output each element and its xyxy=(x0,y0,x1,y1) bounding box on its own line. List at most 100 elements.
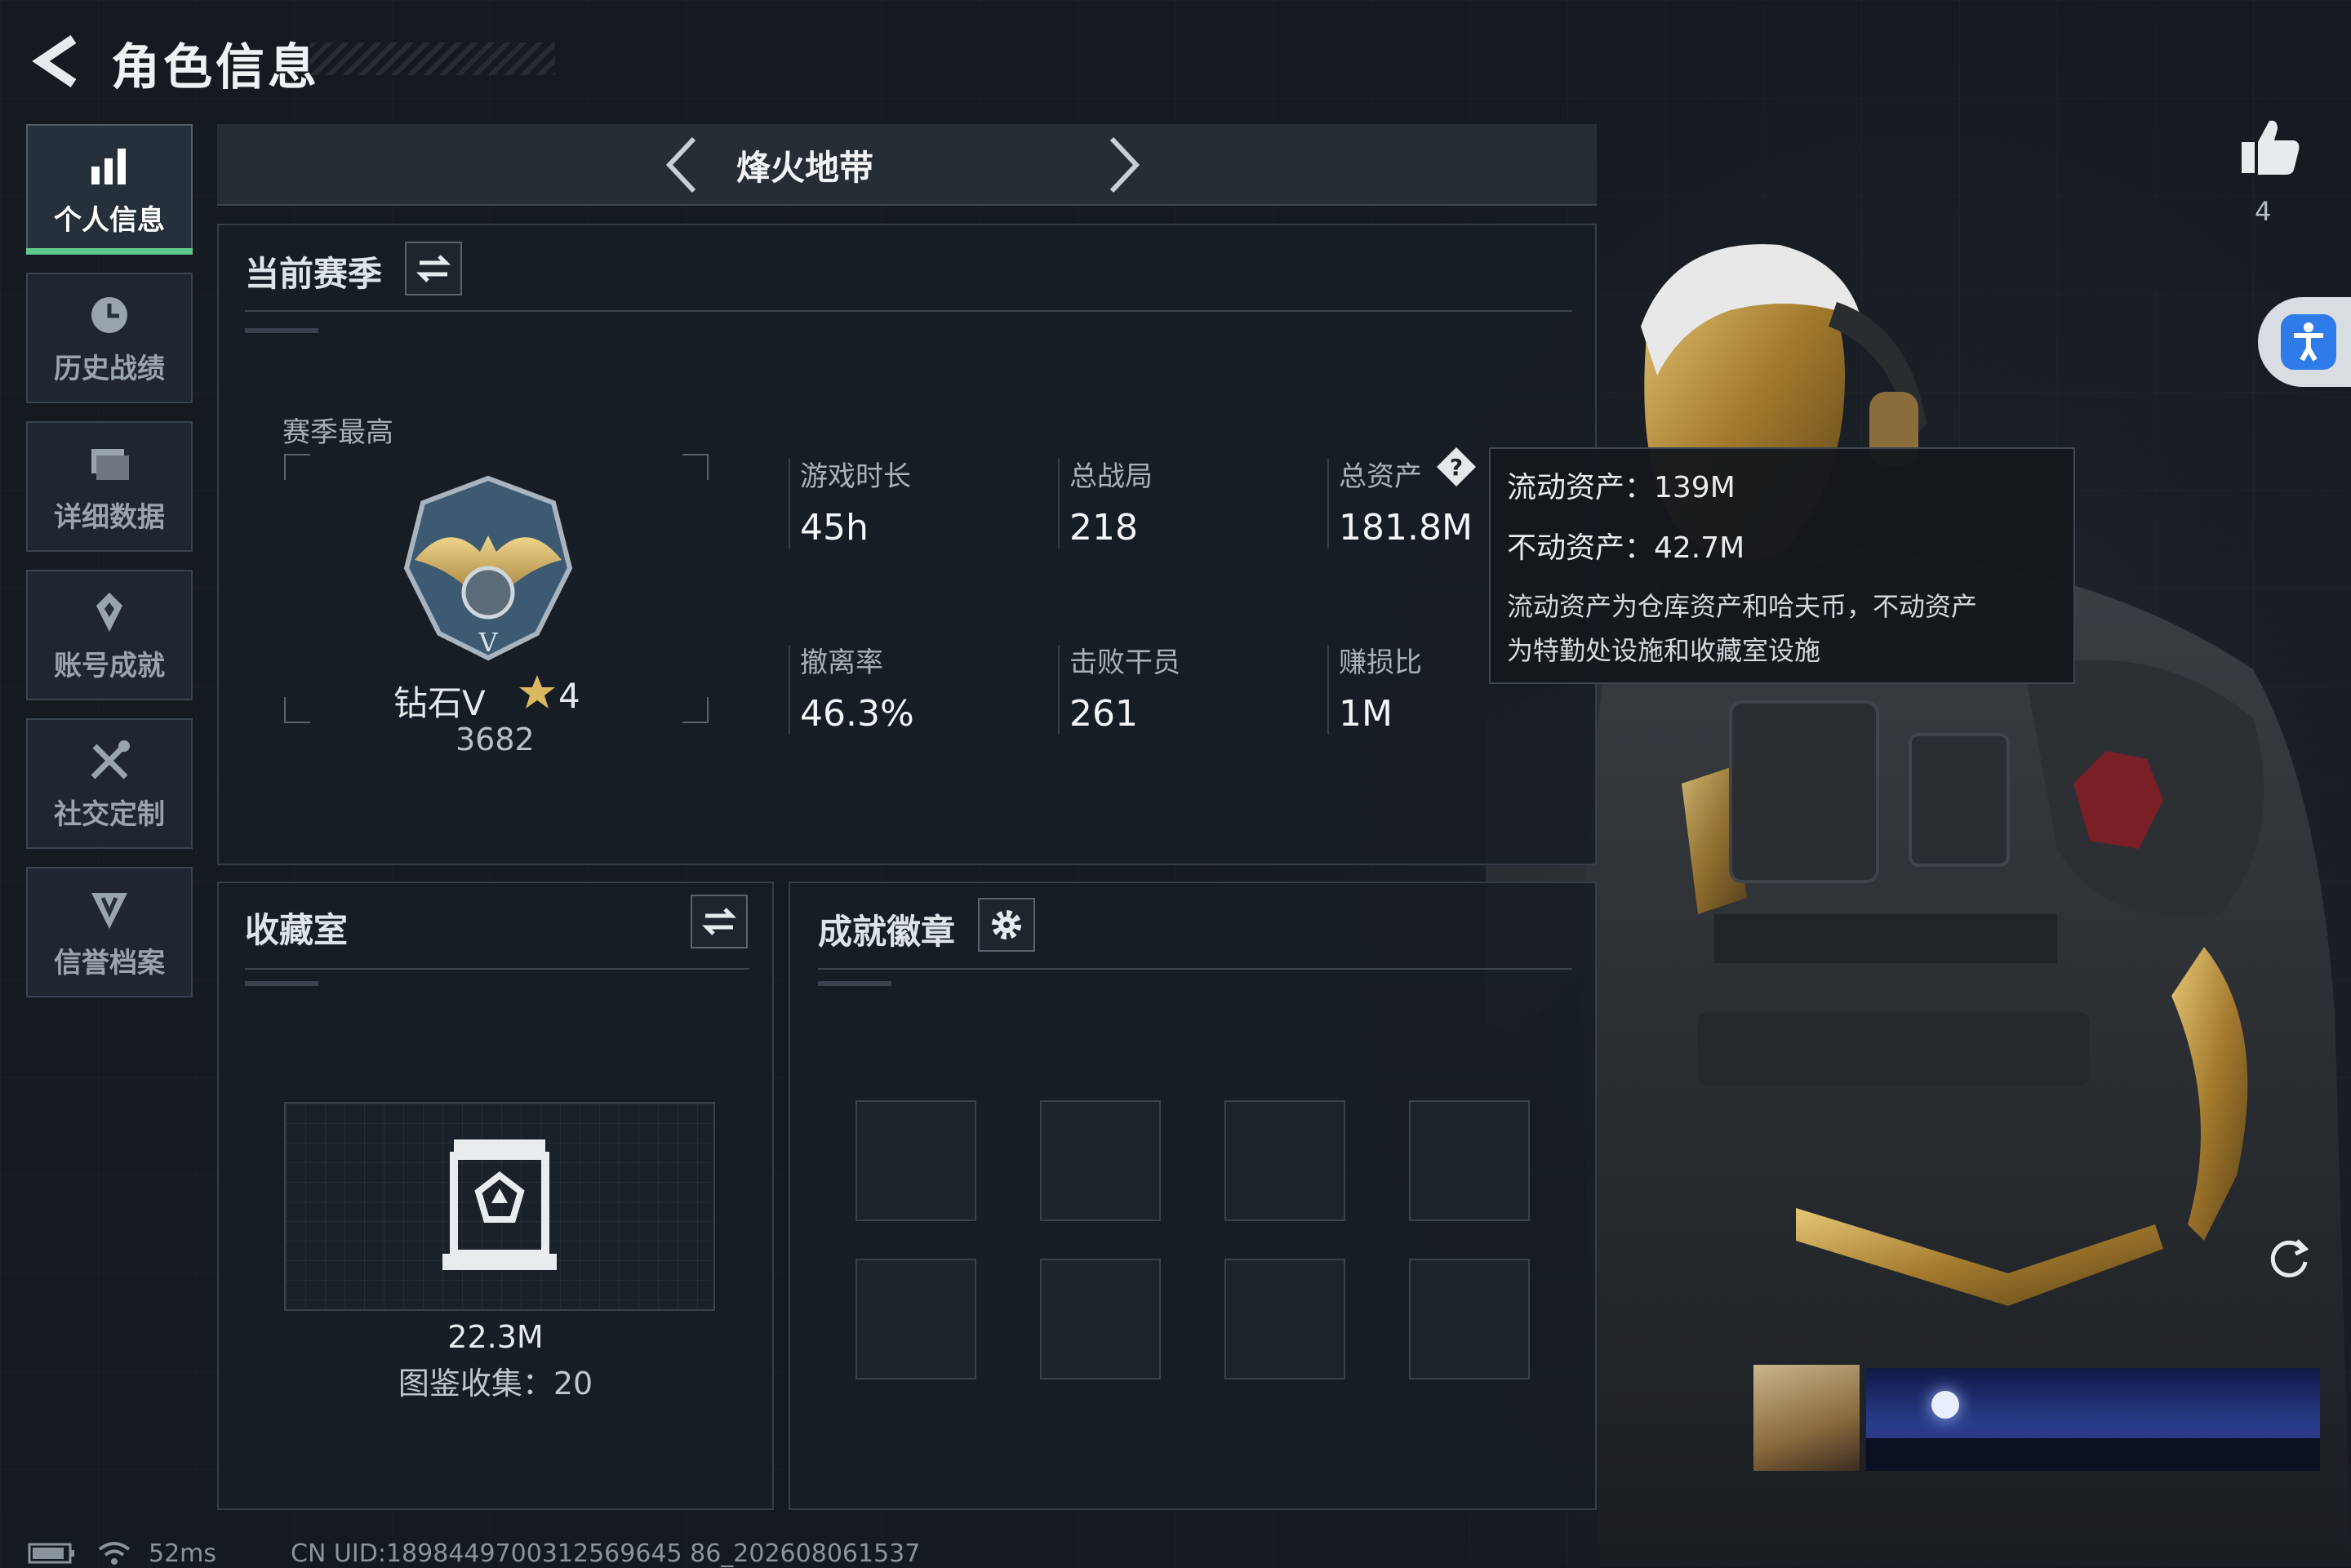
history-icon xyxy=(91,296,127,333)
sidebar-item-social[interactable]: 社交定制 xyxy=(26,718,193,849)
collection-panel-title: 收藏室 xyxy=(245,910,349,950)
chevron-right-icon[interactable] xyxy=(1099,134,1148,196)
season-panel: 当前赛季 赛季最高 V 钻石V 4 3682 游戏时长 45h 总战局 218 … xyxy=(217,224,1597,865)
sidebar-item-credit[interactable]: 信誉档案 xyxy=(26,867,193,997)
stat-total-matches: 总战局 218 xyxy=(1058,454,1331,549)
badges-panel: 成就徽章 xyxy=(789,882,1597,1510)
star-icon xyxy=(519,675,555,708)
badges-panel-title: 成就徽章 xyxy=(818,912,956,952)
sidebar-item-label: 账号成就 xyxy=(54,649,165,682)
tools-icon xyxy=(91,740,130,779)
title-decoration xyxy=(310,42,555,75)
sidebar-item-label: 详细数据 xyxy=(54,500,165,534)
ping-value: 52ms xyxy=(149,1539,217,1568)
badge-slot[interactable] xyxy=(856,1100,976,1221)
display-case-icon xyxy=(442,1139,557,1270)
credit-icon xyxy=(91,892,127,929)
accessibility-button[interactable] xyxy=(2258,297,2351,387)
mode-selector: 烽火地带 xyxy=(217,124,1597,206)
collection-value: 22.3M xyxy=(447,1319,544,1355)
rotate-icon[interactable] xyxy=(2264,1234,2313,1283)
sidebar-item-history[interactable]: 历史战绩 xyxy=(26,273,193,403)
frame-corner xyxy=(682,697,709,723)
operator-character-render xyxy=(1486,244,2351,1567)
svg-text:?: ? xyxy=(1450,454,1463,481)
bar-chart-icon xyxy=(91,148,126,184)
badge-slot[interactable] xyxy=(1040,1259,1161,1379)
stat-value: 261 xyxy=(1069,693,1138,735)
stat-value: 1M xyxy=(1339,693,1393,735)
badge-slot[interactable] xyxy=(1409,1259,1530,1379)
season-best-label: 赛季最高 xyxy=(282,416,393,449)
mode-title: 烽火地带 xyxy=(736,148,873,188)
stat-label: 游戏时长 xyxy=(800,460,911,493)
sidebar-item-label: 社交定制 xyxy=(54,797,165,831)
back-arrow-icon[interactable] xyxy=(24,33,90,90)
badges-settings-button[interactable] xyxy=(978,898,1035,952)
sidebar-item-label: 历史战绩 xyxy=(54,352,165,385)
swap-icon xyxy=(701,908,737,935)
panel-tag-decoration xyxy=(245,328,318,333)
player-name-card-banner xyxy=(1866,1368,2320,1471)
achievement-icon xyxy=(96,592,122,632)
battery-icon xyxy=(28,1543,74,1564)
stat-label: 击败干员 xyxy=(1069,646,1180,679)
rank-score: 3682 xyxy=(456,722,535,757)
rank-name: 钻石V xyxy=(393,683,486,723)
collection-display[interactable] xyxy=(284,1102,715,1311)
rank-star-count: 4 xyxy=(558,676,580,716)
stat-value: 45h xyxy=(800,507,869,549)
badge-slot[interactable] xyxy=(1224,1100,1345,1221)
like-count: 4 xyxy=(2255,196,2272,227)
player-uid: CN UID:1898449700312569645 86_2026080615… xyxy=(291,1539,921,1568)
stat-kills: 击败干员 261 xyxy=(1058,640,1331,735)
tooltip-description-line1: 流动资产为仓库资产和哈夫币，不动资产 xyxy=(1507,591,1978,622)
assets-tooltip: 流动资产：139M 不动资产：42.7M 流动资产为仓库资产和哈夫币，不动资产 … xyxy=(1489,447,2075,684)
stat-label: 总战局 xyxy=(1069,460,1153,493)
sidebar-item-label: 个人信息 xyxy=(54,203,165,237)
frame-corner xyxy=(284,697,310,723)
panel-divider xyxy=(245,968,749,970)
swap-icon xyxy=(416,255,451,282)
panel-divider xyxy=(245,310,1572,312)
frame-corner xyxy=(284,454,310,480)
tooltip-liquid-assets: 流动资产：139M xyxy=(1507,471,1735,504)
moon-decoration xyxy=(1931,1391,1959,1419)
thumbs-up-icon[interactable] xyxy=(2237,114,2302,180)
tooltip-fixed-assets: 不动资产：42.7M xyxy=(1507,531,1745,565)
sidebar-item-label: 信誉档案 xyxy=(54,946,165,979)
accessibility-icon xyxy=(2281,314,2336,370)
sidebar: 个人信息 历史战绩 详细数据 账号成就 社交定制 信誉档案 xyxy=(26,124,196,1015)
season-switch-button[interactable] xyxy=(405,242,462,295)
season-panel-title: 当前赛季 xyxy=(245,254,383,294)
skyline-decoration xyxy=(1866,1438,2320,1471)
player-avatar[interactable] xyxy=(1753,1365,1860,1471)
collection-switch-button[interactable] xyxy=(691,895,748,948)
panel-tag-decoration xyxy=(245,981,318,986)
tooltip-description-line2: 为特勤处设施和收藏室设施 xyxy=(1507,635,1821,666)
frame-corner xyxy=(682,454,709,480)
rank-emblem-icon: V xyxy=(403,475,573,661)
data-folder-icon xyxy=(91,448,129,480)
svg-text:V: V xyxy=(478,627,498,658)
panel-tag-decoration xyxy=(818,981,891,986)
stat-extraction-rate: 撤离率 46.3% xyxy=(789,640,1061,735)
badge-slot[interactable] xyxy=(856,1259,976,1379)
gear-icon xyxy=(992,910,1021,939)
wifi-icon xyxy=(98,1542,131,1565)
collection-count: 图鉴收集：20 xyxy=(398,1366,593,1401)
stat-play-time: 游戏时长 45h xyxy=(789,454,1061,549)
stat-value: 218 xyxy=(1069,507,1138,549)
page-title: 角色信息 xyxy=(111,39,320,96)
stat-value: 46.3% xyxy=(800,693,914,735)
help-icon[interactable]: ? xyxy=(1435,446,1478,488)
badge-slot[interactable] xyxy=(1040,1100,1161,1221)
collection-panel: 收藏室 22.3M 图鉴收集：20 xyxy=(217,882,774,1510)
badge-slot[interactable] xyxy=(1224,1259,1345,1379)
sidebar-item-achievement[interactable]: 账号成就 xyxy=(26,570,193,700)
stat-label: 撤离率 xyxy=(800,646,883,679)
sidebar-item-personal-info[interactable]: 个人信息 xyxy=(26,124,193,255)
badge-slot[interactable] xyxy=(1409,1100,1530,1221)
panel-divider xyxy=(818,968,1572,970)
sidebar-item-detail-data[interactable]: 详细数据 xyxy=(26,421,193,552)
